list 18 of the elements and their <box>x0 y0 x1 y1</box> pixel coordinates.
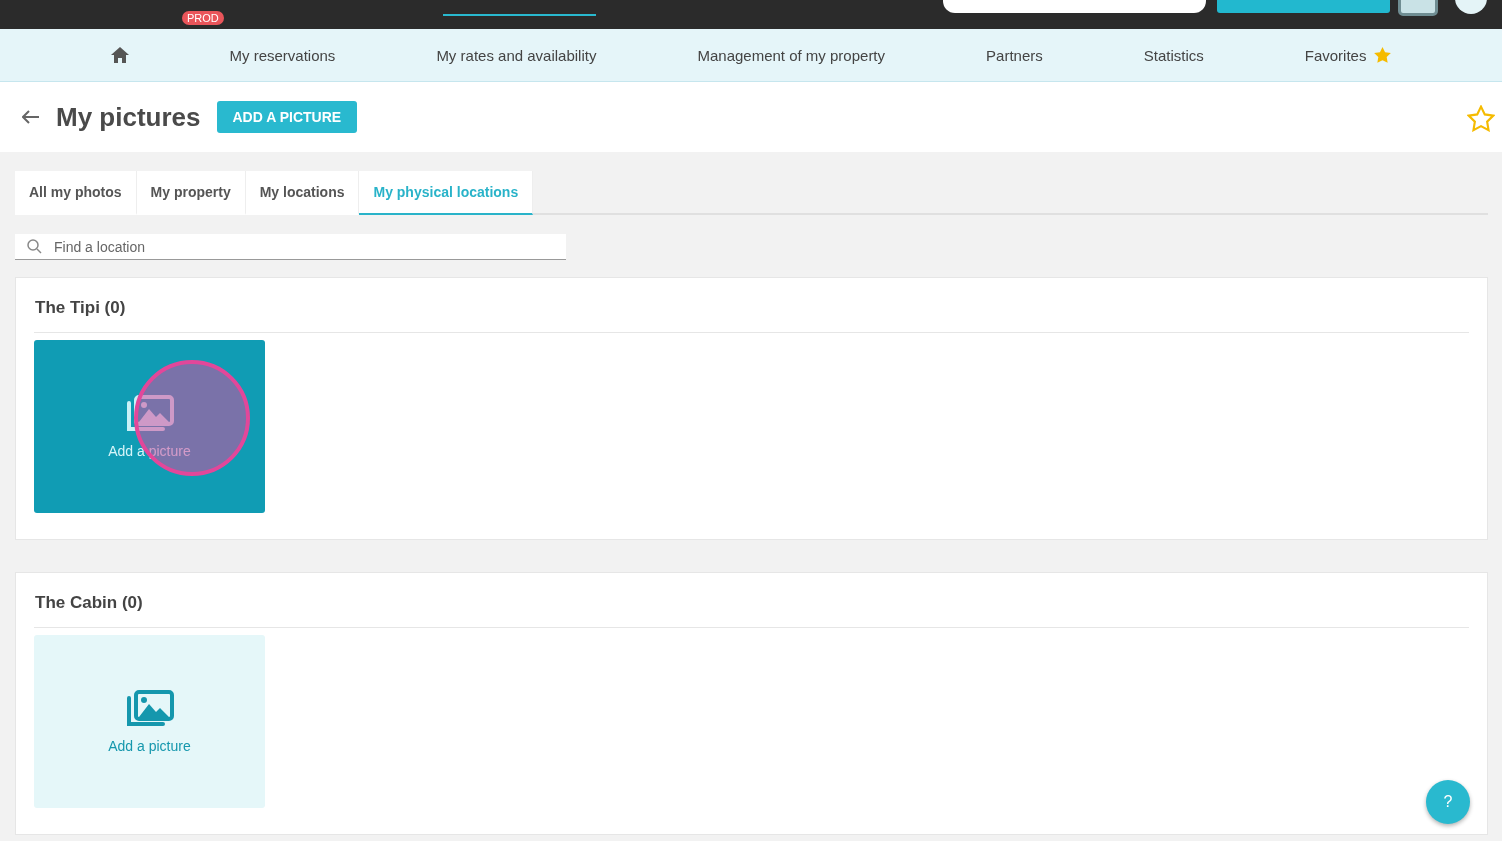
tab[interactable]: My locations <box>245 171 360 215</box>
search-icon <box>27 239 42 254</box>
location-title: The Tipi (0) <box>34 278 1469 333</box>
nav-item[interactable]: My reservations <box>229 46 336 64</box>
nav-item[interactable]: Partners <box>986 46 1043 64</box>
environment-badge: PROD <box>182 11 224 25</box>
home-icon[interactable] <box>110 47 129 63</box>
nav-item[interactable]: Favorites <box>1304 46 1392 64</box>
nav-item[interactable]: Management of my property <box>697 46 886 64</box>
nav-item[interactable]: My rates and availability <box>436 46 597 64</box>
favorite-star-icon[interactable] <box>1467 105 1495 132</box>
tab[interactable]: All my photos <box>15 171 137 215</box>
tab[interactable]: My property <box>136 171 246 215</box>
search-field[interactable]: Find a location <box>15 234 566 260</box>
back-arrow-icon[interactable] <box>22 110 40 124</box>
nav-item[interactable]: Statistics <box>1143 46 1204 64</box>
page-title: My pictures <box>56 101 201 133</box>
location-title: The Cabin (0) <box>34 573 1469 628</box>
